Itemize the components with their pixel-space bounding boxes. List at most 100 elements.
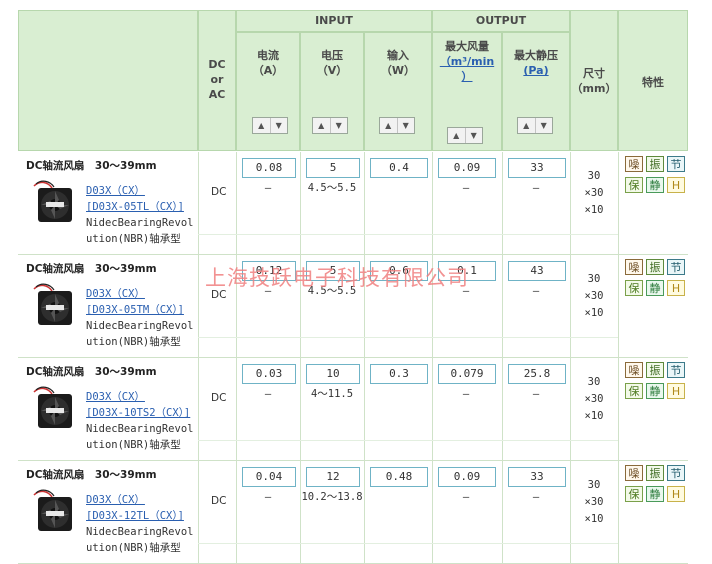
product-description: NidecBearingRevolution(NBR)轴承型 [86, 423, 194, 451]
size-dim-2: ×30 [584, 290, 604, 302]
size-dim-1: 30 [587, 376, 601, 388]
model-link[interactable]: D03X（CX） [86, 492, 145, 508]
pressure-value: 33 [508, 158, 566, 178]
current-sort[interactable]: ▲ ▼ [252, 117, 288, 134]
cell-divider [364, 358, 365, 460]
part-number-link[interactable]: [D03X-05TM（CX）] [86, 302, 184, 318]
voltage-range: 4～11.5 [310, 388, 354, 400]
energy-saving-badge[interactable]: 节 [667, 259, 685, 275]
size-dim-3: ×10 [584, 410, 604, 422]
quiet-badge[interactable]: 静 [646, 383, 664, 399]
model-link[interactable]: D03X（CX） [86, 286, 145, 302]
airflow-unit-link[interactable]: （m³/min [433, 54, 501, 69]
h-badge[interactable]: H [667, 177, 685, 193]
row-inner-divider [198, 337, 618, 338]
or-label: or [210, 73, 224, 86]
protection-badge[interactable]: 保 [625, 383, 643, 399]
quiet-badge[interactable]: 静 [646, 486, 664, 502]
power-type: DC [211, 392, 227, 404]
vibration-badge[interactable]: 振 [646, 362, 664, 378]
part-number-link[interactable]: [D03X-05TL（CX）] [86, 199, 184, 215]
cell-divider [300, 255, 301, 357]
output-group-header: OUTPUT [432, 10, 570, 32]
power-sort[interactable]: ▲ ▼ [379, 117, 415, 134]
cell-divider [198, 152, 199, 254]
sort-down-icon[interactable]: ▼ [329, 118, 348, 133]
airflow-range: – [462, 388, 470, 400]
power-value: 0.3 [370, 364, 428, 384]
power-type: DC [211, 495, 227, 507]
current-unit: （A） [252, 64, 284, 77]
airflow-range: – [462, 285, 470, 297]
quiet-badge[interactable]: 静 [646, 280, 664, 296]
sort-up-icon[interactable]: ▲ [380, 118, 397, 133]
pressure-sort[interactable]: ▲ ▼ [517, 117, 553, 134]
cell-divider [364, 152, 365, 254]
vibration-badge[interactable]: 振 [646, 465, 664, 481]
product-title: DC轴流风扇 30～39mm [26, 160, 157, 172]
sort-down-icon[interactable]: ▼ [396, 118, 415, 133]
model-link[interactable]: D03X（CX） [86, 183, 145, 199]
h-badge[interactable]: H [667, 280, 685, 296]
fan-product-image [33, 386, 72, 428]
sort-up-icon[interactable]: ▲ [518, 118, 535, 133]
voltage-sort[interactable]: ▲ ▼ [312, 117, 348, 134]
protection-badge[interactable]: 保 [625, 486, 643, 502]
energy-saving-badge[interactable]: 节 [667, 465, 685, 481]
cell-divider [502, 461, 503, 563]
fan-product-image [33, 283, 72, 325]
cell-divider [364, 461, 365, 563]
part-number-link[interactable]: [D03X-10TS2（CX）] [86, 405, 190, 421]
sort-up-icon[interactable]: ▲ [253, 118, 270, 133]
current-range: – [264, 285, 272, 297]
noise-badge[interactable]: 噪 [625, 362, 643, 378]
current-range: – [264, 388, 272, 400]
sort-down-icon[interactable]: ▼ [534, 118, 553, 133]
vibration-badge[interactable]: 振 [646, 156, 664, 172]
cell-divider [236, 461, 237, 563]
product-title: DC轴流风扇 30～39mm [26, 469, 157, 481]
cell-divider [300, 152, 301, 254]
cell-divider [364, 255, 365, 357]
cell-divider [432, 255, 433, 357]
current-value: 0.04 [242, 467, 296, 487]
h-badge[interactable]: H [667, 383, 685, 399]
h-badge[interactable]: H [667, 486, 685, 502]
pressure-range: – [532, 182, 540, 194]
pressure-unit-link[interactable]: (Pa) [503, 63, 569, 78]
pressure-value: 25.8 [508, 364, 566, 384]
pressure-value: 43 [508, 261, 566, 281]
model-link[interactable]: D03X（CX） [86, 389, 145, 405]
vibration-badge[interactable]: 振 [646, 259, 664, 275]
size-dim-2: ×30 [584, 187, 604, 199]
sort-down-icon[interactable]: ▼ [464, 128, 483, 143]
energy-saving-badge[interactable]: 节 [667, 362, 685, 378]
features-label: 特性 [642, 76, 664, 89]
quiet-badge[interactable]: 静 [646, 177, 664, 193]
voltage-value: 10 [306, 364, 360, 384]
power-type: DC [211, 186, 227, 198]
noise-badge[interactable]: 噪 [625, 465, 643, 481]
protection-badge[interactable]: 保 [625, 280, 643, 296]
current-value: 0.08 [242, 158, 296, 178]
sort-down-icon[interactable]: ▼ [269, 118, 288, 133]
cell-divider [300, 358, 301, 460]
current-value: 0.03 [242, 364, 296, 384]
noise-badge[interactable]: 噪 [625, 156, 643, 172]
airflow-sort[interactable]: ▲ ▼ [447, 127, 483, 144]
current-value: 0.12 [242, 261, 296, 281]
energy-saving-badge[interactable]: 节 [667, 156, 685, 172]
dc-label: DC [208, 58, 226, 71]
sort-up-icon[interactable]: ▲ [448, 128, 465, 143]
noise-badge[interactable]: 噪 [625, 259, 643, 275]
part-number-link[interactable]: [D03X-12TL（CX）] [86, 508, 184, 524]
voltage-label: 电压 [321, 49, 343, 62]
header-dc-ac: DC or AC [198, 10, 236, 151]
protection-badge[interactable]: 保 [625, 177, 643, 193]
cell-divider [236, 152, 237, 254]
cell-divider [198, 461, 199, 563]
cell-divider [502, 358, 503, 460]
sort-up-icon[interactable]: ▲ [313, 118, 330, 133]
cell-divider [618, 358, 619, 460]
cell-divider [432, 152, 433, 254]
